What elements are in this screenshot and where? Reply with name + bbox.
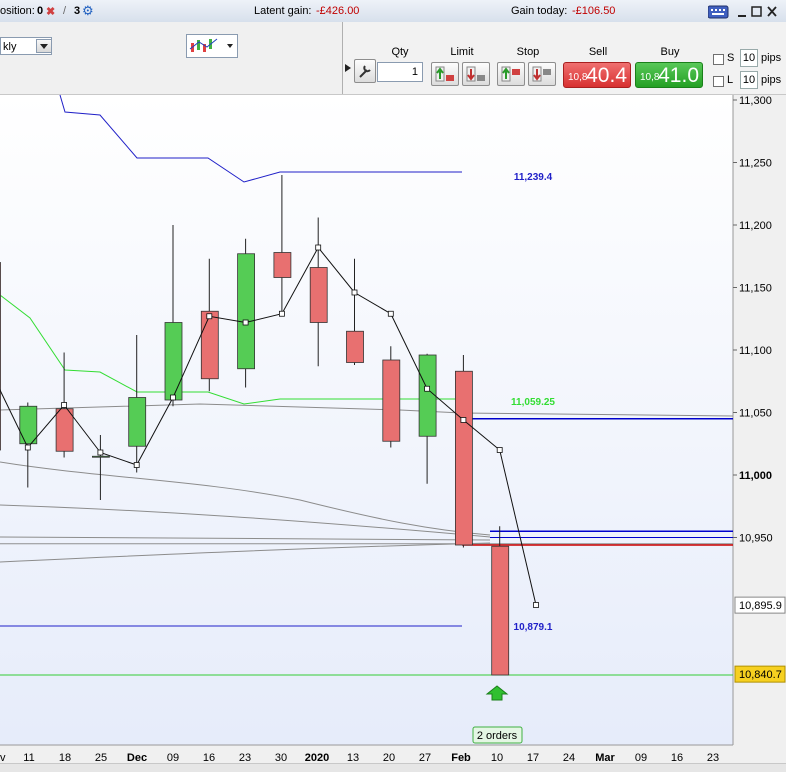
candle-body[interactable] <box>55 408 74 452</box>
candle-body[interactable] <box>346 330 364 363</box>
orders-badge[interactable]: 2 orders <box>472 726 523 744</box>
candle-body[interactable] <box>273 252 292 278</box>
close-marker <box>24 444 31 451</box>
candle-body[interactable] <box>418 354 437 437</box>
candle-body[interactable] <box>382 359 401 442</box>
close-marker <box>387 310 394 317</box>
y-axis-panel <box>733 95 786 745</box>
price-tag-label: 10,895.9 <box>739 600 782 612</box>
y-tick-label: 11,200 <box>739 220 772 232</box>
candle-body[interactable] <box>491 545 510 676</box>
band-value-label: 11,059.25 <box>511 397 555 408</box>
close-marker <box>242 319 249 326</box>
y-tick-label: 10,950 <box>739 533 773 545</box>
y-tick-label: 11,150 <box>739 283 772 295</box>
price-tag-label: 10,840.7 <box>739 669 782 681</box>
y-tick-label: 11,000 <box>739 470 772 482</box>
y-tick-label: 11,050 <box>739 408 772 420</box>
plot-area[interactable] <box>0 95 733 745</box>
candle-body[interactable] <box>454 370 473 546</box>
close-marker <box>206 313 213 320</box>
close-marker <box>170 394 176 401</box>
y-tick-label: 11,300 <box>739 95 772 107</box>
y-tick-label: 11,100 <box>739 345 772 357</box>
candle-body[interactable] <box>309 267 328 323</box>
close-marker <box>61 402 67 408</box>
x-axis-panel <box>0 745 733 763</box>
orders-label: 2 orders <box>477 730 518 742</box>
close-marker <box>424 385 431 392</box>
candle-body[interactable] <box>0 262 1 451</box>
candle-body[interactable] <box>92 455 110 458</box>
close-marker <box>351 289 358 296</box>
close-marker <box>278 310 285 317</box>
candle-body[interactable] <box>164 322 183 401</box>
close-marker <box>315 244 322 251</box>
close-marker <box>496 447 503 453</box>
close-marker <box>460 417 467 423</box>
candle-body[interactable] <box>237 253 256 370</box>
band-value-label: 10,879.1 <box>514 622 553 633</box>
y-tick-label: 11,250 <box>739 158 772 170</box>
close-marker <box>133 462 140 468</box>
price-chart[interactable]: 11,239.4 11,059.25 10,879.1 11,300 11,250 11… <box>0 0 786 771</box>
candle-body[interactable] <box>200 310 219 380</box>
candle-body[interactable] <box>19 405 38 445</box>
close-marker <box>533 602 539 608</box>
candle-body[interactable] <box>128 397 147 447</box>
close-marker <box>97 449 104 456</box>
band-value-label: 11,239.4 <box>514 172 553 183</box>
